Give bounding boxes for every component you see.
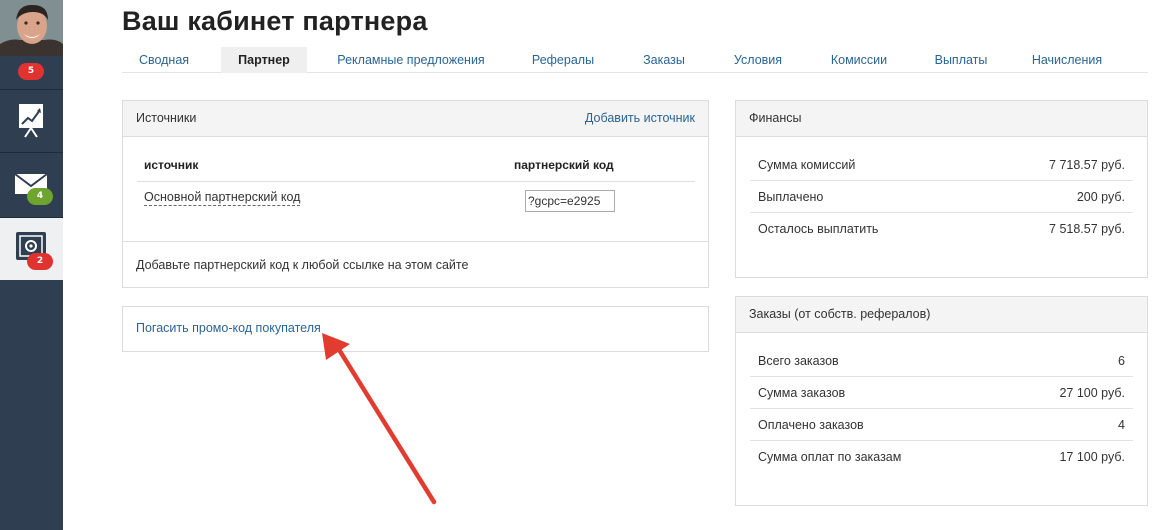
- tab-orders[interactable]: Заказы: [626, 47, 702, 73]
- tab-summary[interactable]: Сводная: [122, 47, 206, 73]
- finance-row-value: 7 718.57 руб.: [1049, 158, 1125, 172]
- divider: [137, 181, 695, 182]
- tab-accruals[interactable]: Начисления: [1018, 47, 1116, 73]
- partner-code-input[interactable]: [525, 190, 615, 212]
- add-source-link[interactable]: Добавить источник: [585, 101, 695, 136]
- finance-panel-header: Финансы: [736, 101, 1147, 137]
- orders-row: Сумма заказов 27 100 руб.: [750, 377, 1133, 409]
- tab-terms[interactable]: Условия: [717, 47, 799, 73]
- orders-title: Заказы (от собств. рефералов): [749, 307, 931, 321]
- orders-row: Сумма оплат по заказам 17 100 руб.: [750, 441, 1133, 473]
- promo-panel: Погасить промо-код покупателя: [122, 306, 709, 352]
- orders-row-value: 4: [1118, 418, 1125, 432]
- partner-badge: 2: [27, 253, 53, 270]
- finance-row-value: 7 518.57 руб.: [1049, 222, 1125, 236]
- orders-row-label: Оплачено заказов: [758, 418, 864, 432]
- orders-row-value: 17 100 руб.: [1059, 450, 1125, 464]
- sidebar-item-partner[interactable]: 2: [0, 217, 63, 280]
- orders-row: Всего заказов 6: [750, 345, 1133, 377]
- column-header-partner-code: партнерский код: [514, 158, 614, 172]
- tab-partner[interactable]: Партнер: [221, 47, 307, 73]
- page-title: Ваш кабинет партнера: [122, 6, 428, 36]
- orders-panel: Заказы (от собств. рефералов) Всего зака…: [735, 296, 1148, 506]
- finance-row: Выплачено 200 руб.: [750, 181, 1133, 213]
- finance-row-label: Сумма комиссий: [758, 158, 856, 172]
- sources-panel: Источники Добавить источник источник пар…: [122, 100, 709, 288]
- divider: [123, 241, 708, 242]
- orders-row-value: 6: [1118, 354, 1125, 368]
- source-name[interactable]: Основной партнерский код: [144, 190, 301, 206]
- finance-row: Сумма комиссий 7 718.57 руб.: [750, 149, 1133, 181]
- finance-panel: Финансы Сумма комиссий 7 718.57 руб. Вып…: [735, 100, 1148, 278]
- chart-easel-icon: [19, 104, 43, 138]
- orders-row: Оплачено заказов 4: [750, 409, 1133, 441]
- avatar[interactable]: [0, 0, 63, 56]
- avatar-notification-badge: 5: [18, 63, 44, 80]
- sources-note: Добавьте партнерский код к любой ссылке …: [136, 258, 469, 272]
- tab-referrals[interactable]: Рефералы: [514, 47, 612, 73]
- orders-row-label: Сумма заказов: [758, 386, 846, 400]
- finance-row-label: Осталось выплатить: [758, 222, 879, 236]
- column-header-source: источник: [144, 158, 199, 172]
- orders-row-value: 27 100 руб.: [1059, 386, 1125, 400]
- finance-row-value: 200 руб.: [1076, 190, 1125, 204]
- messages-badge: 4: [27, 188, 53, 205]
- orders-row-label: Сумма оплат по заказам: [758, 450, 902, 464]
- finance-row-label: Выплачено: [758, 190, 824, 204]
- tab-commissions[interactable]: Комиссии: [814, 47, 904, 73]
- redeem-promo-link[interactable]: Погасить промо-код покупателя: [136, 321, 321, 335]
- sidebar-item-messages[interactable]: 4: [0, 152, 63, 214]
- sidebar-item-stats[interactable]: [0, 89, 63, 151]
- tab-ad-offers[interactable]: Рекламные предложения: [322, 47, 500, 73]
- orders-panel-header: Заказы (от собств. рефералов): [736, 297, 1147, 333]
- sources-title: Источники: [136, 111, 197, 125]
- sources-panel-header: Источники Добавить источник: [123, 101, 708, 137]
- sidebar: 5 4 2: [0, 0, 63, 530]
- finance-row: Осталось выплатить 7 518.57 руб.: [750, 213, 1133, 245]
- tab-bar: Сводная Партнер Рекламные предложения Ре…: [122, 47, 1148, 73]
- finance-title: Финансы: [749, 111, 802, 125]
- orders-row-label: Всего заказов: [758, 354, 839, 368]
- tab-payouts[interactable]: Выплаты: [919, 47, 1003, 73]
